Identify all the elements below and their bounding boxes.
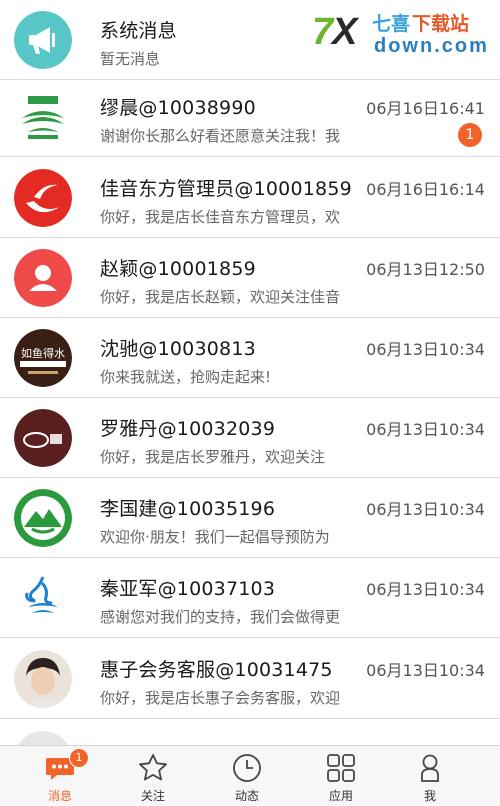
message-time: 06月16日16:14 [366,180,485,199]
message-sender: 惠子会务客服@10031475 [100,659,333,681]
cobu-logo-avatar [14,409,72,467]
message-sender: 赵颖@10001859 [100,258,256,280]
message-row[interactable]: 李国建@10035196 06月13日10:34 欢迎你·朋友！我们一起倡导预防… [0,478,500,558]
message-row[interactable]: 惠子会务客服@10031475 06月13日10:34 你好，我是店长惠子会务客… [0,639,500,719]
message-row[interactable]: 赵颖@10001859 06月13日12:50 你好，我是店长赵颖，欢迎关注佳音 [0,238,500,318]
svg-text:如鱼得水: 如鱼得水 [21,346,65,360]
svg-text:七喜: 七喜 [372,13,410,35]
message-sender: 秦亚军@10037103 [100,578,276,600]
message-sender: 沈驰@10030813 [100,338,256,360]
tab-label: 关注 [140,789,165,803]
message-time: 06月13日12:50 [366,260,485,279]
tab-label: 我 [423,789,436,803]
message-preview: 你来我就送，抢购走起来! [100,368,272,386]
tab-label: 应用 [328,789,353,803]
tab-activity[interactable]: 动态 [202,746,292,806]
message-preview: 感谢您对我们的支持，我们会做得更 [100,608,341,626]
clock-icon [231,752,263,784]
svg-text:down.com: down.com [374,35,489,56]
message-time: 06月13日10:34 [366,420,485,439]
bottom-tab-bar: 1 消息 关注 动态 应用 我 [0,745,500,805]
grid-icon [325,752,357,784]
message-time: 06月13日10:34 [366,580,485,599]
tab-me[interactable]: 我 [385,746,475,806]
tab-messages[interactable]: 1 消息 [15,746,105,806]
message-time: 06月13日10:34 [366,340,485,359]
message-row[interactable]: 秦亚军@10037103 06月13日10:34 感谢您对我们的支持，我们会做得… [0,558,500,638]
message-sender: 缪晨@10038990 [100,97,256,119]
message-time: 06月13日10:34 [366,500,485,519]
svg-text:下载站: 下载站 [412,12,469,35]
water-logo-avatar [14,569,72,627]
ruyujeshui-logo-avatar: 如鱼得水 [14,329,72,387]
tab-apps[interactable]: 应用 [296,746,386,806]
message-preview: 你好，我是店长佳音东方管理员，欢 [100,208,341,226]
message-time: 06月13日10:34 [366,661,485,680]
star-icon [137,752,169,784]
tab-label: 动态 [234,789,259,803]
message-sender: 李国建@10035196 [100,498,276,520]
green-logo-avatar [14,88,72,146]
red-swoosh-logo-avatar [14,169,72,227]
message-list: 系统消息 暂无消息 7 X 七喜 下载站 down.com 缪晨@1003899… [0,0,500,745]
message-preview: 你好，我是店长惠子会务客服，欢迎 [100,689,341,707]
message-sender: 系统消息 [100,20,177,42]
watermark-logo: 7 X 七喜 下载站 down.com [310,6,496,56]
tab-badge: 1 [69,748,89,768]
message-preview: 欢迎你·朋友！我们一起倡导预防为 [100,528,330,546]
message-sender: 罗雅丹@10032039 [100,418,276,440]
tab-follow[interactable]: 关注 [108,746,198,806]
tab-label: 消息 [47,789,72,803]
unread-badge: 1 [458,123,482,147]
message-sender: 佳音东方管理员@10001859 [100,178,352,200]
person-icon [414,752,446,784]
message-preview: 你好，我是店长赵颖，欢迎关注佳音 [100,288,341,306]
photo-avatar [14,650,72,708]
megaphone-icon [14,11,72,69]
message-row[interactable]: 罗雅丹@10032039 06月13日10:34 你好，我是店长罗雅丹，欢迎关注 [0,398,500,478]
message-preview: 你好，我是店长罗雅丹，欢迎关注 [100,448,326,466]
partial-avatar [14,731,72,745]
message-row[interactable]: 如鱼得水 沈驰@10030813 06月13日10:34 你来我就送，抢购走起来… [0,318,500,398]
mountain-logo-avatar [14,489,72,547]
message-row[interactable]: 缪晨@10038990 06月16日16:41 谢谢你长那么好看还愿意关注我！我… [0,77,500,157]
message-row[interactable]: 佳音东方管理员@10001859 06月16日16:14 你好，我是店长佳音东方… [0,158,500,238]
message-preview: 谢谢你长那么好看还愿意关注我！我 [100,127,341,145]
message-row-partial[interactable] [0,720,500,745]
svg-text:X: X [330,11,360,53]
message-time: 06月16日16:41 [366,99,485,118]
user-icon [14,249,72,307]
